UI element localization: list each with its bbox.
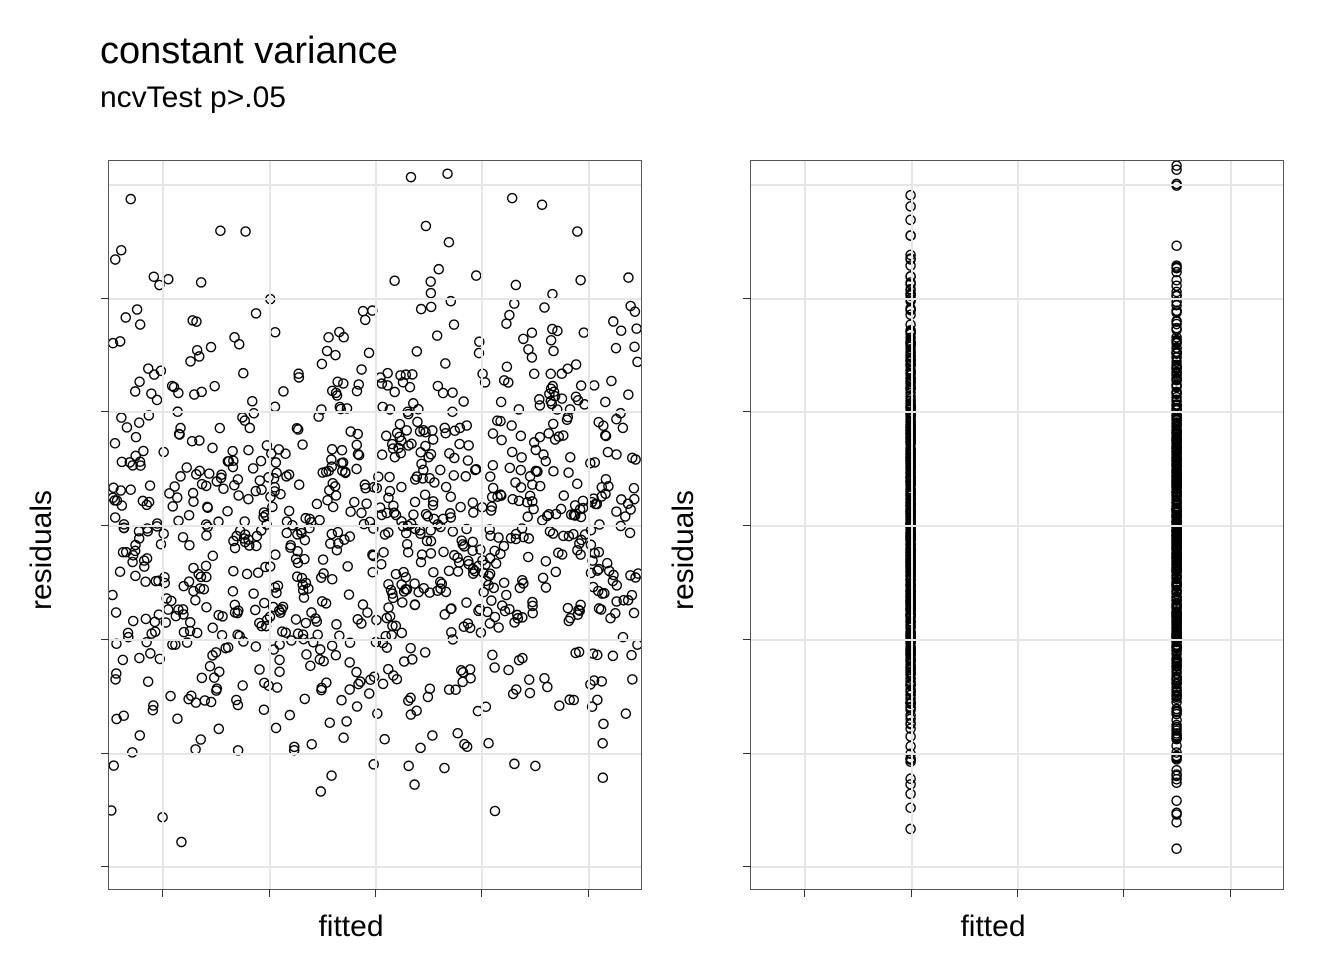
y-tick bbox=[101, 525, 109, 526]
x-tick bbox=[269, 889, 270, 897]
x-tick bbox=[804, 889, 805, 897]
x-tick bbox=[911, 889, 912, 897]
grid-line-horizontal bbox=[751, 753, 1283, 755]
x-tick bbox=[1017, 889, 1018, 897]
y-tick bbox=[101, 639, 109, 640]
y-tick bbox=[101, 753, 109, 754]
grid-line-horizontal bbox=[109, 411, 641, 413]
grid-line-horizontal bbox=[109, 525, 641, 527]
x-axis-label: fitted bbox=[960, 910, 1025, 944]
grid-line-horizontal bbox=[109, 639, 641, 641]
grid-line-horizontal bbox=[109, 753, 641, 755]
left-plot-area bbox=[108, 160, 642, 890]
y-tick bbox=[743, 298, 751, 299]
y-axis-label: residuals bbox=[25, 490, 59, 610]
grid-line-horizontal bbox=[751, 184, 1283, 186]
page: constant variance ncvTest p>.05 residual… bbox=[0, 0, 1344, 960]
right-panel: residuals fitted bbox=[702, 160, 1284, 940]
chart-title: constant variance bbox=[100, 30, 398, 73]
y-tick bbox=[743, 866, 751, 867]
y-tick bbox=[743, 525, 751, 526]
x-tick bbox=[162, 889, 163, 897]
grid-line-horizontal bbox=[751, 639, 1283, 641]
x-tick bbox=[375, 889, 376, 897]
grid-line-horizontal bbox=[751, 411, 1283, 413]
grid-line-horizontal bbox=[751, 866, 1283, 868]
grid-line-horizontal bbox=[751, 298, 1283, 300]
grid-line-horizontal bbox=[109, 866, 641, 868]
y-tick bbox=[101, 866, 109, 867]
grid-line-horizontal bbox=[109, 184, 641, 186]
y-tick bbox=[743, 753, 751, 754]
chart-panels: residuals fitted residuals fitted bbox=[60, 160, 1284, 940]
y-tick bbox=[101, 411, 109, 412]
x-tick bbox=[481, 889, 482, 897]
y-tick bbox=[743, 411, 751, 412]
grid-line-horizontal bbox=[109, 298, 641, 300]
chart-subtitle: ncvTest p>.05 bbox=[100, 81, 398, 115]
grid-line-horizontal bbox=[751, 525, 1283, 527]
x-tick bbox=[588, 889, 589, 897]
y-tick bbox=[101, 298, 109, 299]
right-plot-area bbox=[750, 160, 1284, 890]
chart-titles: constant variance ncvTest p>.05 bbox=[100, 30, 398, 115]
x-tick bbox=[1123, 889, 1124, 897]
y-tick bbox=[743, 639, 751, 640]
x-tick bbox=[1230, 889, 1231, 897]
x-axis-label: fitted bbox=[318, 910, 383, 944]
y-axis-label: residuals bbox=[667, 490, 701, 610]
left-panel: residuals fitted bbox=[60, 160, 642, 940]
